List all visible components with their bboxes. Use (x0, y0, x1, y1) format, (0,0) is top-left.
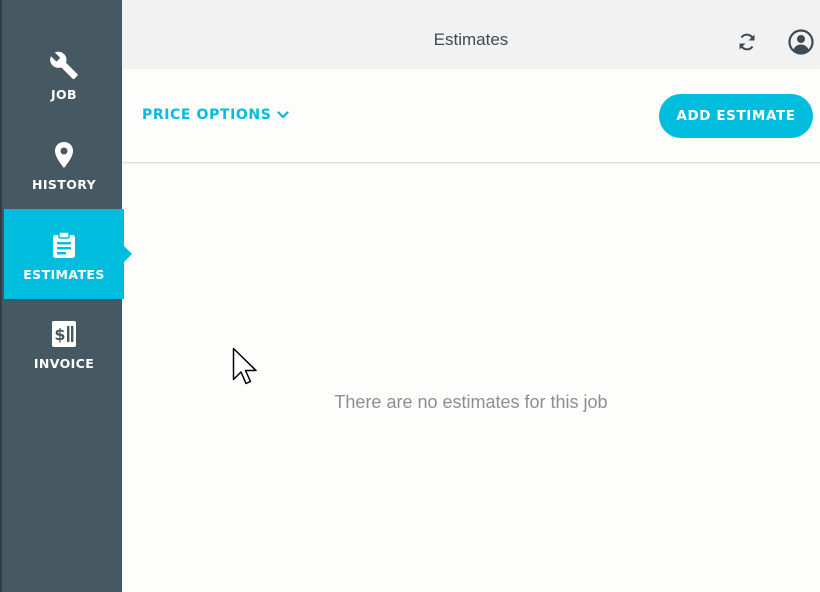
sidebar-item-label: INVOICE (33, 356, 95, 371)
app-window: JOB HISTORY ESTIMATES $ INVOICE Estimate… (0, 0, 820, 592)
price-options-dropdown[interactable]: PRICE OPTIONS (142, 107, 289, 123)
invoice-dollar-icon: $ (48, 318, 80, 350)
chevron-down-icon (277, 109, 289, 121)
add-estimate-button[interactable]: ADD ESTIMATE (659, 94, 813, 138)
sync-icon[interactable] (735, 30, 759, 54)
top-bar: Estimates (122, 0, 820, 69)
empty-state-message: There are no estimates for this job (334, 392, 608, 412)
mouse-cursor-icon (232, 347, 260, 387)
sidebar-item-label: ESTIMATES (23, 267, 105, 282)
sidebar-item-label: HISTORY (31, 177, 97, 192)
page-title: Estimates (433, 30, 509, 49)
clipboard-icon (48, 229, 80, 261)
sidebar-item-estimates[interactable]: ESTIMATES (4, 209, 132, 299)
sidebar-item-job[interactable]: JOB (4, 43, 124, 133)
wrench-icon (48, 49, 80, 81)
sidebar: JOB HISTORY ESTIMATES $ INVOICE (0, 0, 132, 592)
svg-text:$: $ (54, 325, 65, 344)
price-options-label: PRICE OPTIONS (142, 107, 272, 123)
profile-icon[interactable] (787, 28, 815, 56)
sidebar-item-label: JOB (50, 87, 77, 102)
toolbar: PRICE OPTIONS ADD ESTIMATE (122, 69, 820, 163)
map-pin-icon (48, 139, 80, 171)
sidebar-item-invoice[interactable]: $ INVOICE (4, 312, 124, 402)
